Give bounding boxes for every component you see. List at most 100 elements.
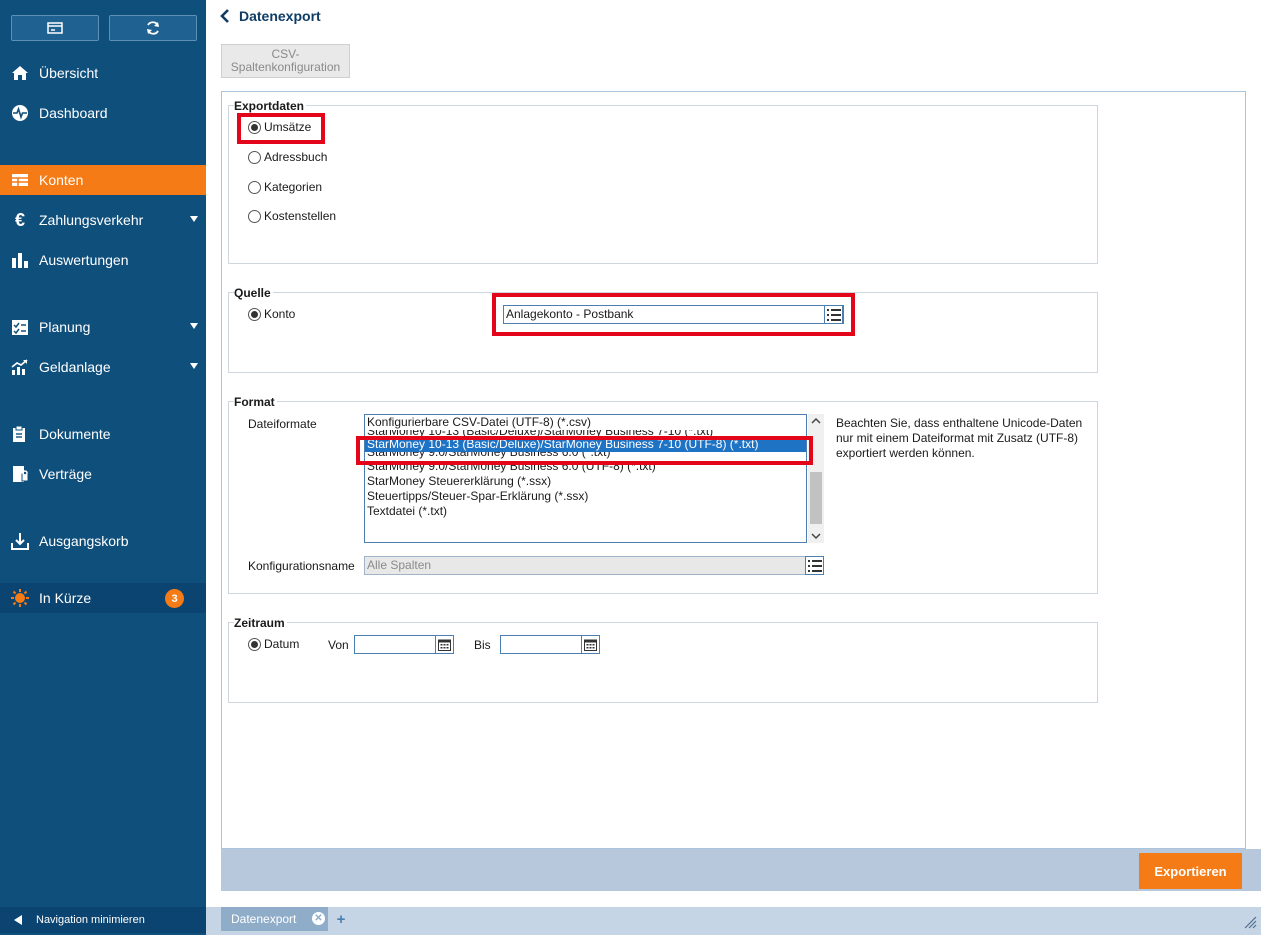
back-header[interactable]: Datenexport [220, 8, 321, 24]
outbox-icon [10, 531, 30, 551]
konfig-name-field[interactable]: Alle Spalten [364, 556, 824, 575]
exportdaten-title: Exportdaten [234, 99, 307, 113]
radio-datum[interactable]: Datum [248, 637, 299, 651]
radio-konto[interactable]: Konto [248, 307, 295, 321]
export-button[interactable]: Exportieren [1139, 853, 1242, 889]
chevron-down-icon [190, 216, 198, 222]
von-label: Von [328, 638, 349, 652]
scroll-up-icon [811, 417, 821, 424]
refresh-button[interactable] [109, 15, 197, 41]
list-item[interactable]: Textdatei (*.txt) [365, 504, 806, 519]
nav-label: Zahlungsverkehr [39, 212, 144, 228]
action-bar [221, 849, 1261, 891]
radio-label: Kategorien [264, 180, 323, 194]
highlight-konto [492, 293, 855, 336]
tab-label: Datenexport [231, 912, 297, 926]
bar-chart-icon [10, 250, 30, 270]
radio-label: Kostenstellen [264, 209, 337, 223]
notification-badge: 3 [165, 589, 184, 608]
bis-calendar-button[interactable] [581, 635, 600, 654]
zeitraum-title: Zeitraum [234, 616, 287, 630]
nav-item-konten[interactable]: Konten [0, 165, 206, 195]
chevron-down-icon [190, 363, 198, 369]
unicode-note: Beachten Sie, dass enthaltene Unicode-Da… [836, 416, 1083, 460]
nav-item-zahlungsverkehr[interactable]: € Zahlungsverkehr [0, 205, 206, 235]
bis-label: Bis [474, 638, 491, 652]
resize-grip-icon[interactable] [1243, 915, 1257, 929]
sun-icon [10, 588, 30, 608]
euro-icon: € [14, 209, 25, 230]
radio-label: Adressbuch [264, 150, 328, 164]
radio-label: Datum [264, 637, 300, 651]
radio-kategorien[interactable]: Kategorien [248, 180, 322, 194]
chevron-left-icon [220, 9, 229, 23]
highlight-umsaetze [237, 113, 325, 144]
radio-dot [248, 307, 261, 321]
csv-button-line2: Spaltenkonfiguration [230, 60, 341, 74]
nav-item-dokumente[interactable]: Dokumente [0, 419, 206, 449]
radio-dot [248, 637, 261, 651]
nav-label: Auswertungen [39, 252, 129, 268]
nav-label: Übersicht [39, 65, 99, 81]
scroll-down-icon [811, 533, 821, 540]
konfig-label: Konfigurationsname [248, 559, 355, 573]
radio-adressbuch[interactable]: Adressbuch [248, 150, 327, 164]
radio-kostenstellen[interactable]: Kostenstellen [248, 209, 336, 223]
list-icon [807, 559, 822, 572]
checklist-icon [10, 317, 30, 337]
nav-label: Geldanlage [39, 359, 111, 375]
tab-datenexport[interactable]: Datenexport ✕ [221, 907, 328, 931]
list-item[interactable]: Konfigurierbare CSV-Datei (UTF-8) (*.csv… [365, 415, 806, 430]
navigation-minimize-button[interactable]: Navigation minimieren [0, 907, 206, 933]
accounts-icon [10, 170, 30, 190]
nav-label: In Kürze [39, 590, 92, 606]
list-item[interactable]: Steuertipps/Steuer-Spar-Erklärung (*.ssx… [365, 489, 806, 504]
pulse-icon [10, 103, 30, 123]
radio-dot [248, 150, 261, 164]
nav-label: Ausgangskorb [39, 533, 129, 549]
konfig-value: Alle Spalten [367, 558, 432, 572]
calendar-icon [438, 639, 451, 651]
calendar-icon [584, 639, 597, 651]
tab-bar: Datenexport ✕ + [206, 907, 1261, 935]
konfig-list-button[interactable] [805, 556, 824, 575]
radio-dot [248, 180, 261, 194]
nav-label: Verträge [39, 466, 92, 482]
nav-item-planung[interactable]: Planung [0, 312, 206, 342]
radio-label: Konto [264, 307, 296, 321]
file-format-list[interactable]: Konfigurierbare CSV-Datei (UTF-8) (*.csv… [364, 414, 807, 543]
nav-item-in-kuerze[interactable]: In Kürze 3 [0, 583, 206, 613]
sidebar: Übersicht Dashboard Konten € Zahlungsver… [0, 0, 206, 935]
csv-column-config-button[interactable]: CSV- Spaltenkonfiguration [221, 44, 350, 78]
nav-label: Konten [39, 172, 84, 188]
nav-label: Planung [39, 319, 91, 335]
nav-item-geldanlage[interactable]: Geldanlage [0, 352, 206, 382]
nav-label: Dokumente [39, 426, 111, 442]
scroll-thumb[interactable] [810, 472, 822, 524]
list-item[interactable]: StarMoney Steuererklärung (*.ssx) [365, 474, 806, 489]
triangle-left-icon [14, 915, 22, 925]
list-scrollbar[interactable] [808, 414, 824, 543]
von-calendar-button[interactable] [435, 635, 454, 654]
documents-icon [10, 424, 30, 444]
card-icon [47, 22, 63, 34]
nav-item-dashboard[interactable]: Dashboard [0, 98, 206, 128]
nav-item-auswertungen[interactable]: Auswertungen [0, 245, 206, 275]
nav-item-vertraege[interactable]: Verträge [0, 459, 206, 489]
exportdaten-group [228, 105, 1098, 264]
nav-item-ausgangskorb[interactable]: Ausgangskorb [0, 526, 206, 556]
nav-label: Dashboard [39, 105, 108, 121]
radio-dot [248, 209, 261, 223]
home-icon [10, 63, 30, 83]
nav-item-uebersicht[interactable]: Übersicht [0, 58, 206, 88]
trend-chart-icon [10, 357, 30, 377]
close-icon[interactable]: ✕ [312, 912, 325, 925]
format-title: Format [234, 395, 277, 409]
navigation-minimize-label: Navigation minimieren [36, 914, 145, 926]
add-tab-button[interactable]: + [332, 909, 350, 929]
highlight-file-format [356, 436, 813, 465]
card-view-button[interactable] [11, 15, 99, 41]
contract-icon [10, 464, 30, 484]
quelle-title: Quelle [234, 286, 273, 300]
dateiformate-label: Dateiformate [248, 417, 317, 431]
